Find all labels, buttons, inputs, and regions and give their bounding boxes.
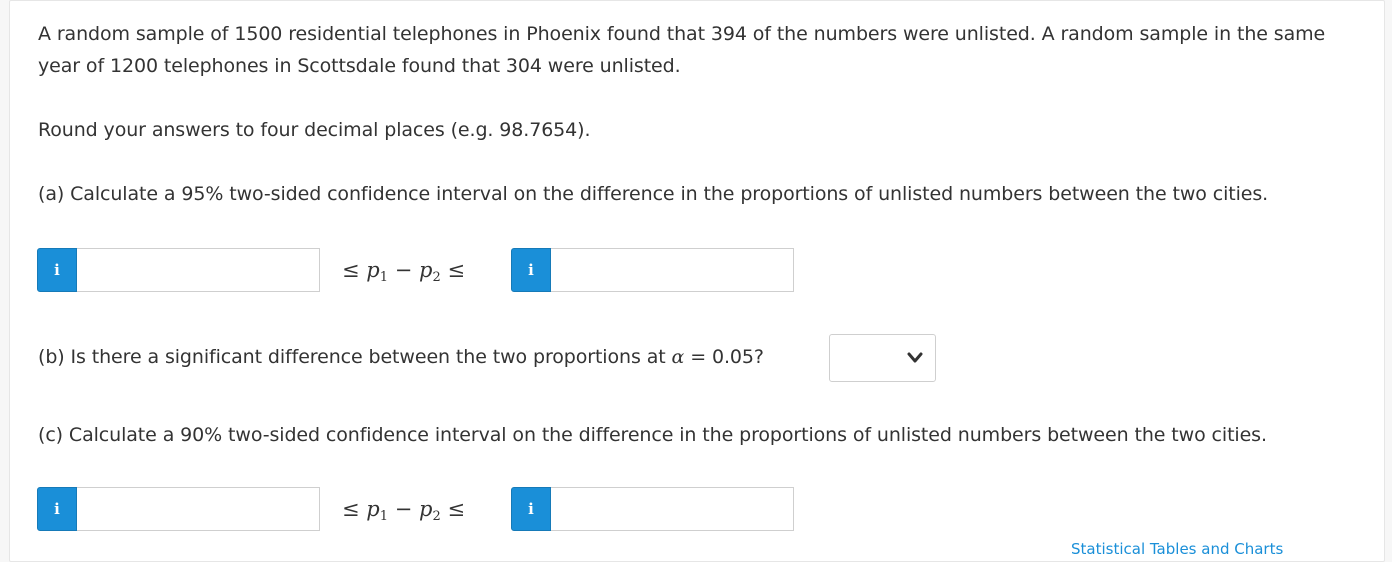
part-c-lower-input[interactable] bbox=[77, 487, 320, 531]
info-icon[interactable]: i bbox=[511, 487, 551, 531]
question-card: A random sample of 1500 residential tele… bbox=[9, 0, 1385, 562]
part-b-select[interactable] bbox=[829, 334, 936, 382]
chevron-down-icon bbox=[907, 352, 923, 363]
part-c-upper-input[interactable] bbox=[551, 487, 794, 531]
part-b-text: (b) Is there a significant difference be… bbox=[38, 346, 764, 368]
problem-statement: A random sample of 1500 residential tele… bbox=[38, 23, 1326, 77]
info-icon[interactable]: i bbox=[37, 248, 77, 292]
part-a-upper-input[interactable] bbox=[551, 248, 794, 292]
info-icon[interactable]: i bbox=[37, 487, 77, 531]
part-a-lower-input[interactable] bbox=[77, 248, 320, 292]
part-a-text: (a) Calculate a 95% two-sided confidence… bbox=[38, 183, 1269, 205]
rounding-note: Round your answers to four decimal place… bbox=[38, 119, 591, 141]
statistical-tables-link[interactable]: Statistical Tables and Charts bbox=[1071, 540, 1283, 558]
inequality-expression: ≤ p1 − p2 ≤ bbox=[342, 258, 466, 285]
inequality-expression: ≤ p1 − p2 ≤ bbox=[342, 497, 466, 524]
info-icon[interactable]: i bbox=[511, 248, 551, 292]
part-c-text: (c) Calculate a 90% two-sided confidence… bbox=[38, 424, 1267, 446]
